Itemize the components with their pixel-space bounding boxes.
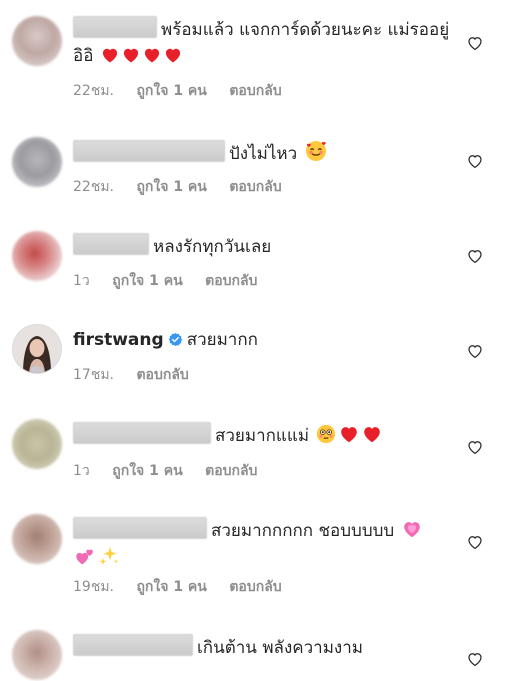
comment-text: หลงรักทุกวันเลย (73, 233, 452, 260)
comment-time: 19ชม. (73, 579, 114, 595)
avatar[interactable] (12, 137, 62, 187)
like-heart-icon[interactable] (466, 438, 484, 456)
smiling-face-with-hearts-emoji (305, 141, 326, 161)
comment-time: 1ว (73, 463, 90, 479)
reply-button[interactable]: ตอบกลับ (229, 83, 281, 99)
red-heart-emoji (364, 427, 381, 443)
comment-time: 22ชม. (73, 83, 114, 99)
avatar[interactable] (12, 514, 62, 564)
avatar[interactable] (12, 231, 62, 281)
comment-text: ปังไม่ไหว (73, 139, 452, 167)
growing-heart-emoji (403, 522, 420, 538)
comment-time: 17ชม. (73, 367, 114, 383)
like-heart-icon[interactable] (466, 342, 484, 360)
comment-body: เกินต้าน พลังความงาม (197, 638, 363, 658)
sparkles-emoji (99, 547, 119, 565)
flushed-face-emoji (317, 424, 336, 444)
reply-button[interactable]: ตอบกลับ (229, 579, 281, 595)
red-heart-emoji (144, 48, 159, 63)
avatar[interactable] (12, 630, 62, 680)
like-heart-icon[interactable] (466, 34, 484, 52)
comment-meta: 22ชม. ถูกใจ 1 คน ตอบกลับ (73, 80, 300, 102)
like-heart-icon[interactable] (466, 533, 484, 551)
like-count[interactable]: ถูกใจ 1 คน (136, 83, 206, 99)
comment-time: 1ว (73, 273, 90, 289)
like-count[interactable]: ถูกใจ 1 คน (136, 579, 206, 595)
reply-button[interactable]: ตอบกลับ (136, 367, 188, 383)
reply-button[interactable]: ตอบกลับ (205, 463, 257, 479)
avatar[interactable] (12, 16, 62, 66)
comment-body: หลงรักทุกวันเลย (153, 237, 272, 257)
redacted-username[interactable] (73, 233, 149, 255)
comment-body: ปังไม่ไหว (229, 144, 298, 164)
comment-meta: 1ว ถูกใจ 1 คน ตอบกลับ (73, 460, 275, 482)
profile-photo (13, 325, 61, 373)
username[interactable]: firstwang (73, 330, 164, 350)
redacted-username[interactable] (73, 517, 207, 539)
comment-text: พร้อมแล้ว แจกการ์ดด้วยนะคะ แม่รออยู่ อิอ… (73, 16, 452, 69)
reply-button[interactable]: ตอบกลับ (205, 273, 257, 289)
avatar[interactable] (12, 419, 62, 469)
red-heart-emoji (123, 48, 138, 63)
like-heart-icon[interactable] (466, 247, 484, 265)
comment-text: เกินต้าน พลังความงาม (73, 634, 452, 661)
comment-time: 22ชม. (73, 179, 114, 195)
verified-badge-icon (168, 332, 182, 347)
comment-meta: 17ชม. ตอบกลับ (73, 364, 207, 386)
redacted-username[interactable] (73, 16, 157, 38)
comment-text: firstwang สวยมากก (73, 327, 452, 353)
red-heart-emoji (102, 48, 117, 63)
comment-meta: 19ชม. ถูกใจ 1 คน ตอบกลับ (73, 576, 300, 598)
reply-button[interactable]: ตอบกลับ (229, 179, 281, 195)
red-heart-emoji (165, 48, 180, 63)
comment-body: สวยมากก (186, 330, 258, 350)
redacted-username[interactable] (73, 422, 211, 444)
avatar[interactable] (12, 324, 62, 374)
redacted-username[interactable] (73, 140, 225, 162)
comment-body: สวยมากกกกก ชอบบบบบ (211, 521, 395, 541)
like-heart-icon[interactable] (466, 152, 484, 170)
comment-body: สวยมากแแม่ (215, 426, 310, 446)
like-count[interactable]: ถูกใจ 1 คน (112, 273, 182, 289)
like-count[interactable]: ถูกใจ 1 คน (136, 179, 206, 195)
comment-meta: 1ว ถูกใจ 1 คน ตอบกลับ (73, 270, 275, 292)
like-count[interactable]: ถูกใจ 1 คน (112, 463, 182, 479)
comment-text: สวยมากแแม่ (73, 422, 452, 449)
two-hearts-emoji (76, 549, 93, 565)
like-heart-icon[interactable] (466, 650, 484, 668)
redacted-username[interactable] (73, 634, 193, 656)
comment-text: สวยมากกกกก ชอบบบบบ (73, 517, 452, 572)
comment-meta: 22ชม. ถูกใจ 1 คน ตอบกลับ (73, 176, 300, 198)
red-heart-emoji (341, 427, 358, 443)
